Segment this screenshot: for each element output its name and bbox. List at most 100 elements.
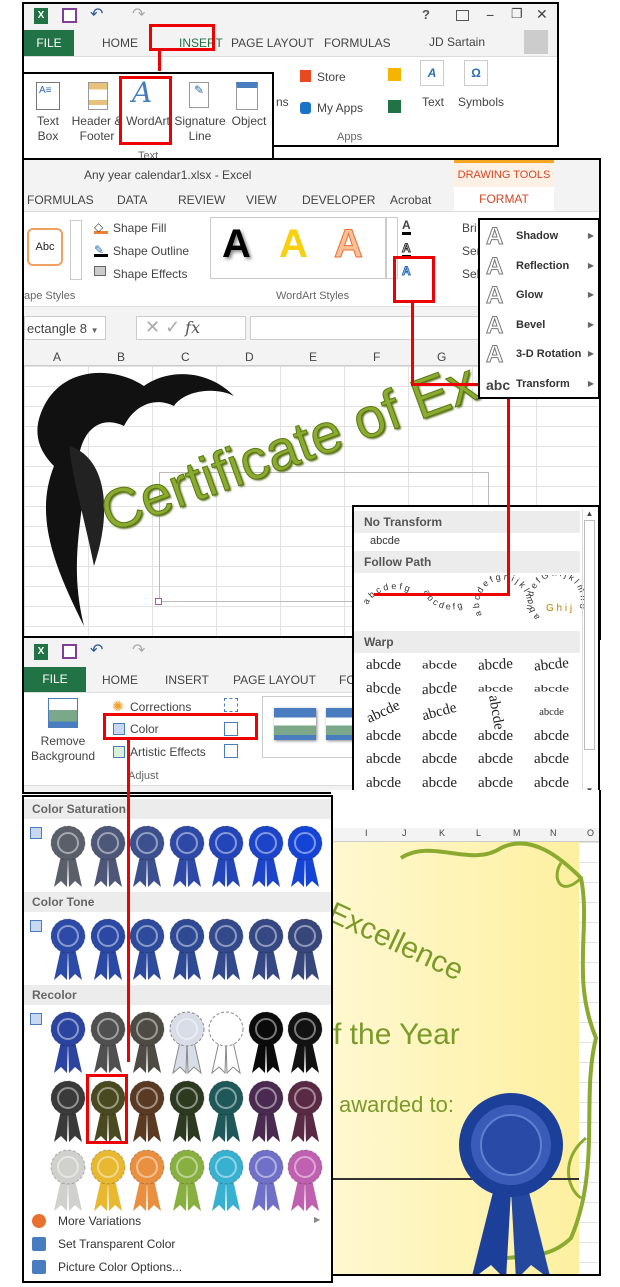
no-transform-option[interactable]: abcde xyxy=(370,535,400,547)
people-graph-icon[interactable] xyxy=(388,100,401,113)
warp-option[interactable]: abcde xyxy=(478,775,513,792)
warp-option[interactable]: abcde xyxy=(422,775,457,792)
column-header[interactable]: L xyxy=(476,828,481,838)
wordart-style-yellow[interactable]: A xyxy=(279,222,308,267)
artistic-effects-button[interactable]: Artistic Effects xyxy=(130,745,206,759)
warp-option[interactable]: abcde xyxy=(534,775,569,792)
shape-fill-button[interactable]: Shape Fill xyxy=(113,221,166,235)
tab-format[interactable]: FORMAT xyxy=(454,187,554,212)
object-button[interactable]: Object xyxy=(228,114,270,129)
blue-ribbon-image[interactable] xyxy=(451,1090,571,1276)
menu-item-3-d-rotation[interactable]: 3-D Rotation xyxy=(516,348,581,360)
color-swatch-ribbon[interactable] xyxy=(248,1009,284,1075)
color-swatch-ribbon[interactable] xyxy=(208,1078,244,1144)
color-swatch-ribbon[interactable] xyxy=(90,823,126,889)
help-icon[interactable]: ? xyxy=(422,7,430,22)
column-header[interactable]: C xyxy=(181,350,190,364)
color-swatch-ribbon[interactable] xyxy=(50,1009,86,1075)
column-header[interactable]: K xyxy=(439,828,445,838)
tab-developer[interactable]: DEVELOPER xyxy=(302,193,375,207)
color-swatch-ribbon[interactable] xyxy=(208,823,244,889)
shape-style-sample[interactable]: Abc xyxy=(27,228,63,266)
color-swatch-ribbon[interactable] xyxy=(208,1147,244,1213)
undo-icon[interactable]: ↶ xyxy=(90,4,103,24)
column-header[interactable]: J xyxy=(402,828,407,838)
color-swatch-ribbon[interactable] xyxy=(129,1009,165,1075)
path-button[interactable]: a b c d e f G h i j k l m n o xyxy=(525,575,584,622)
text-fill-icon[interactable]: A xyxy=(402,218,411,235)
color-swatch-ribbon[interactable] xyxy=(287,1147,323,1213)
reset-picture-icon[interactable] xyxy=(224,744,238,758)
menu-item-picture-color-options[interactable]: Picture Color Options... xyxy=(58,1260,182,1274)
warp-option[interactable]: abcde xyxy=(366,679,401,698)
warp-option[interactable]: abcde xyxy=(484,694,507,731)
save-icon[interactable] xyxy=(62,8,77,23)
column-header[interactable]: I xyxy=(365,828,368,838)
scroll-up-icon[interactable]: ▲ xyxy=(583,509,596,518)
color-swatch-ribbon[interactable] xyxy=(169,916,205,982)
insert-function-button[interactable]: fx xyxy=(185,318,200,337)
column-header[interactable]: M xyxy=(513,828,521,838)
menu-item-set-transparent-color[interactable]: Set Transparent Color xyxy=(58,1237,175,1251)
arrange-selection-pane[interactable]: Sel xyxy=(462,267,479,281)
column-header[interactable]: D xyxy=(245,350,254,364)
warp-option[interactable]: abcde xyxy=(422,659,457,673)
symbols-button[interactable]: Symbols xyxy=(458,95,504,109)
warp-option[interactable]: abcde xyxy=(478,684,513,694)
color-swatch-ribbon[interactable] xyxy=(169,1147,205,1213)
tab-view[interactable]: VIEW xyxy=(246,193,277,207)
warp-option[interactable]: abcde xyxy=(539,707,563,719)
color-swatch-ribbon[interactable] xyxy=(129,1147,165,1213)
color-swatch-ribbon[interactable] xyxy=(169,823,205,889)
warp-option[interactable]: abcde xyxy=(478,728,513,745)
wordart-style-orange[interactable]: A xyxy=(334,222,364,267)
color-swatch-ribbon[interactable] xyxy=(169,1009,205,1075)
name-box[interactable]: ectangle 8 ▼ xyxy=(24,316,106,340)
ribbon-display-icon[interactable] xyxy=(456,10,469,21)
bing-icon[interactable] xyxy=(388,68,401,81)
warp-option[interactable]: abcde xyxy=(422,679,457,698)
warp-option[interactable]: abcde xyxy=(366,775,401,792)
column-header[interactable]: N xyxy=(550,828,557,838)
warp-option[interactable]: abcde xyxy=(366,657,401,674)
menu-item-glow[interactable]: Glow xyxy=(516,289,543,301)
tab-formulas[interactable]: FORMULAS xyxy=(324,36,391,50)
color-swatch-ribbon[interactable] xyxy=(90,1147,126,1213)
warp-option[interactable]: abcde xyxy=(534,751,569,768)
color-swatch-ribbon[interactable] xyxy=(248,823,284,889)
color-swatch-ribbon[interactable] xyxy=(129,1078,165,1144)
menu-item-bevel[interactable]: Bevel xyxy=(516,319,545,331)
color-swatch-ribbon[interactable] xyxy=(248,1147,284,1213)
color-swatch-ribbon[interactable] xyxy=(287,1009,323,1075)
color-swatch-ribbon[interactable] xyxy=(208,916,244,982)
undo-icon[interactable]: ↶ xyxy=(90,640,103,660)
remove-background-button[interactable]: Remove Background xyxy=(30,734,96,764)
color-swatch-ribbon[interactable] xyxy=(90,916,126,982)
warp-option[interactable]: abcde xyxy=(364,697,403,727)
column-header[interactable]: A xyxy=(53,350,61,364)
redo-icon[interactable]: ↷ xyxy=(132,4,145,24)
color-swatch-ribbon[interactable] xyxy=(50,1078,86,1144)
tab-acrobat[interactable]: Acrobat xyxy=(390,193,431,207)
close-icon[interactable]: ✕ xyxy=(536,6,548,23)
menu-item-shadow[interactable]: Shadow xyxy=(516,230,558,242)
warp-option[interactable]: abcde xyxy=(478,656,514,675)
store-button[interactable]: Store xyxy=(317,70,346,84)
picture-style-2[interactable] xyxy=(326,708,352,740)
signature-line-button[interactable]: Signature Line xyxy=(172,114,228,144)
picture-style-1[interactable] xyxy=(274,708,316,740)
color-swatch-ribbon[interactable] xyxy=(287,823,323,889)
column-header[interactable]: B xyxy=(117,350,125,364)
header-footer-button[interactable]: Header & Footer xyxy=(70,114,124,144)
warp-option[interactable]: abcde xyxy=(478,751,513,768)
color-swatch-ribbon[interactable] xyxy=(50,823,86,889)
shape-outline-button[interactable]: Shape Outline xyxy=(113,244,189,258)
corrections-button[interactable]: Corrections xyxy=(130,700,191,714)
excel-icon[interactable]: X xyxy=(34,8,48,24)
color-swatch-ribbon[interactable] xyxy=(90,1009,126,1075)
tab-page-layout[interactable]: PAGE LAYOUT xyxy=(231,36,314,50)
color-swatch-ribbon[interactable] xyxy=(50,916,86,982)
tab-review[interactable]: REVIEW xyxy=(178,193,225,207)
warp-option[interactable]: abcde xyxy=(366,728,401,745)
menu-item-more-variations[interactable]: More Variations xyxy=(58,1214,141,1228)
